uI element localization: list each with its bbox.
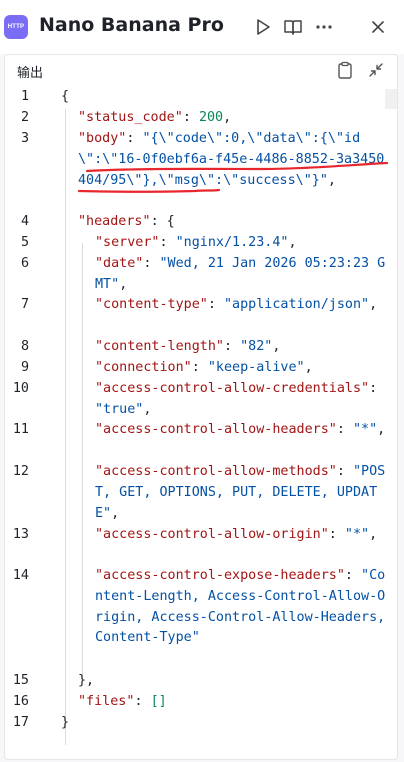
line-number: 3 [20, 131, 29, 146]
line-number: 5 [20, 235, 29, 250]
code-line: "access-control-allow-credentials": "tru… [95, 381, 386, 417]
line-number: 4 [20, 214, 29, 229]
more-icon[interactable] [313, 16, 335, 38]
play-icon[interactable] [252, 16, 274, 38]
title-bar: HTTP Nano Banana Pro [0, 0, 404, 54]
line-number: 1 [20, 89, 29, 104]
code-line: "content-length": "82", [95, 339, 281, 354]
code-line: "status_code": 200, [78, 110, 232, 125]
code-line: "access-control-allow-headers": "*", [95, 422, 386, 437]
code-line: { [61, 89, 70, 104]
indent-guide [65, 109, 66, 745]
code-line: "server": "nginx/1.23.4", [95, 235, 297, 250]
code-line: }, [78, 673, 95, 688]
line-number: 2 [20, 110, 29, 125]
code-line: "connection": "keep-alive", [95, 360, 313, 375]
collapse-icon[interactable] [366, 60, 386, 80]
code-line: "access-control-allow-origin": "*", [95, 527, 378, 542]
indent-guide [82, 243, 83, 679]
line-number: 7 [20, 297, 29, 312]
code-line: "headers": { [78, 214, 175, 229]
line-number: 11 [12, 422, 29, 437]
line-number: 9 [20, 360, 29, 375]
code-line: "access-control-allow-methods": "POST, G… [95, 464, 386, 521]
code-line: "body": "{\"code\":0,\"data\":{\"id\":\"… [78, 131, 385, 188]
code-line: } [61, 715, 70, 730]
book-icon[interactable] [282, 16, 304, 38]
output-panel: 输出 1 2 3 4 5 6 7 8 9 10 11 12 13 14 15 1… [4, 54, 398, 760]
line-number: 10 [12, 381, 29, 396]
line-number: 8 [20, 339, 29, 354]
close-icon[interactable] [367, 16, 389, 38]
clipboard-icon[interactable] [335, 60, 355, 80]
code-line: "access-control-expose-headers": "Conten… [95, 568, 394, 646]
line-number: 17 [12, 715, 29, 730]
http-app-icon: HTTP [4, 15, 28, 39]
output-label: 输出 [17, 65, 44, 80]
line-number: 6 [20, 256, 29, 271]
line-number: 15 [12, 673, 29, 688]
window-title: Nano Banana Pro [39, 14, 224, 36]
code-line: "files": [] [78, 694, 167, 709]
line-number: 16 [12, 694, 29, 709]
line-number: 12 [12, 464, 29, 479]
line-number: 13 [12, 527, 29, 542]
code-line: "content-type": "application/json", [95, 297, 378, 312]
line-number: 14 [12, 568, 29, 583]
code-line: "date": "Wed, 21 Jan 2026 05:23:23 GMT", [95, 256, 386, 292]
